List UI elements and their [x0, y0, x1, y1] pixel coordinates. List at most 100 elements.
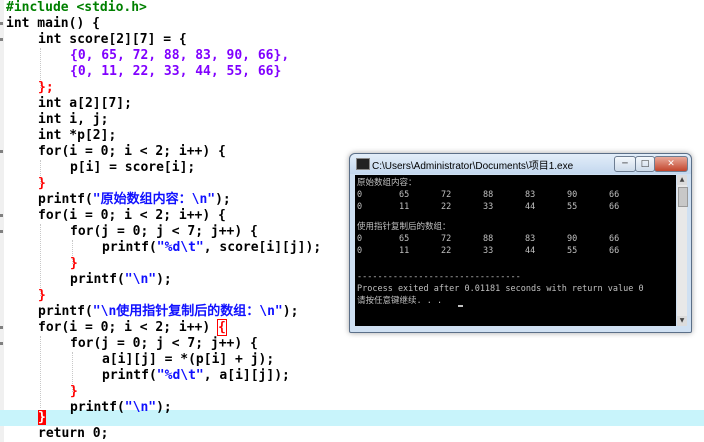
code-text: 0;	[84, 426, 109, 441]
code-text: printf(	[38, 304, 93, 319]
code-line-27[interactable]: }	[38, 410, 46, 426]
code-line-1[interactable]: #include <stdio.h>	[6, 0, 147, 16]
maximize-button[interactable]: □	[635, 156, 655, 172]
code-text: );	[156, 272, 172, 287]
console-cell: 66	[609, 202, 620, 212]
console-scrollbar[interactable]: ▲ ▼	[677, 175, 688, 326]
console-cell: 88	[483, 234, 494, 244]
console-row: 0 65 72 88 83 90 66	[357, 233, 673, 245]
console-cell: 90	[567, 190, 578, 200]
console-cell: 66	[609, 246, 620, 256]
keyword: int	[38, 112, 62, 127]
code-line-26[interactable]: printf("\n");	[70, 400, 172, 416]
console-cell: 11	[399, 202, 410, 212]
console-divider: --------------------------------	[357, 272, 521, 282]
code-line-8[interactable]: int i, j;	[38, 112, 108, 128]
fold-marker[interactable]	[0, 230, 3, 233]
code-line-19[interactable]: }	[38, 288, 46, 304]
code-line-28[interactable]: return 0;	[38, 426, 108, 442]
console-cell: 11	[399, 246, 410, 256]
code-text: (j = 0; j < 7; j++) {	[93, 224, 258, 239]
keyword: for	[70, 336, 94, 351]
editor-gutter	[0, 0, 4, 442]
code-line-2[interactable]: int main() {	[6, 16, 100, 32]
console-titlebar[interactable]: C:\Users\Administrator\Documents\项目1.exe…	[350, 154, 691, 174]
fold-marker[interactable]	[0, 150, 3, 153]
keyword: int	[6, 16, 30, 31]
matched-brace: }	[38, 410, 46, 425]
code-line-11[interactable]: p[i] = score[i];	[70, 160, 195, 176]
code-line-17[interactable]: }	[70, 256, 78, 272]
code-line-16[interactable]: printf("%d\t", score[i][j]);	[102, 240, 321, 256]
string-literal: "原始数组内容：\n"	[92, 192, 216, 207]
console-cell: 55	[567, 246, 578, 256]
close-button[interactable]: ✕	[654, 156, 688, 172]
console-heading-copied: 使用指针复制后的数组：	[357, 222, 451, 232]
keyword: int	[38, 96, 62, 111]
scroll-thumb[interactable]	[678, 187, 688, 207]
console-cell: 65	[399, 190, 410, 200]
code-text: score[2][7] = {	[61, 32, 187, 47]
string-literal: "\n使用指针复制后的数组：\n"	[92, 304, 283, 319]
console-cell: 22	[441, 202, 452, 212]
code-line-23[interactable]: a[i][j] = *(p[i] + j);	[102, 352, 274, 368]
code-line-5[interactable]: {0, 11, 22, 33, 44, 55, 66}	[70, 64, 281, 80]
console-window[interactable]: C:\Users\Administrator\Documents\项目1.exe…	[349, 153, 692, 333]
console-cell: 33	[483, 202, 494, 212]
code-line-14[interactable]: for(i = 0; i < 2; i++) {	[38, 208, 226, 224]
code-text: , a[i][j]);	[203, 368, 290, 383]
console-cell: 0	[357, 234, 363, 244]
code-text: i, j;	[61, 112, 109, 127]
console-exit-message: Process exited after 0.01181 seconds wit…	[357, 284, 644, 294]
console-heading-original: 原始数组内容：	[357, 178, 417, 188]
code-line-6[interactable]: };	[38, 80, 54, 96]
scroll-up-arrow-icon[interactable]: ▲	[677, 175, 687, 185]
code-line-12[interactable]: }	[38, 176, 46, 192]
code-text: main() {	[29, 16, 100, 31]
code-text: (i = 0; i < 2; i++)	[61, 320, 219, 335]
code-line-21[interactable]: for(i = 0; i < 2; i++) {	[38, 319, 227, 336]
code-line-18[interactable]: printf("\n");	[70, 272, 172, 288]
code-text: );	[282, 304, 299, 319]
console-cell: 66	[609, 190, 620, 200]
code-line-9[interactable]: int *p[2];	[38, 128, 116, 144]
code-line-25[interactable]: }	[70, 384, 78, 400]
string-literal: "\n"	[124, 272, 157, 287]
console-cursor	[458, 305, 463, 307]
fold-marker[interactable]	[0, 38, 3, 41]
code-line-13[interactable]: printf("原始数组内容：\n");	[38, 192, 231, 208]
code-line-15[interactable]: for(j = 0; j < 7; j++) {	[70, 224, 258, 240]
code-text: (j = 0; j < 7; j++) {	[93, 336, 258, 351]
code-line-4[interactable]: {0, 65, 72, 88, 83, 90, 66},	[70, 48, 289, 64]
code-line-3[interactable]: int score[2][7] = {	[38, 32, 187, 48]
minimize-button[interactable]: ─	[614, 156, 636, 172]
code-text: printf(	[102, 368, 157, 383]
code-line-22[interactable]: for(j = 0; j < 7; j++) {	[70, 336, 258, 352]
keyword: for	[38, 208, 62, 223]
console-app-icon	[356, 158, 370, 170]
fold-marker[interactable]	[0, 22, 3, 25]
code-line-7[interactable]: int a[2][7];	[38, 96, 132, 112]
console-row: 0 65 72 88 83 90 66	[357, 189, 673, 201]
scroll-down-arrow-icon[interactable]: ▼	[677, 316, 687, 326]
code-text: );	[215, 192, 231, 207]
console-row: 0 11 22 33 44 55 66	[357, 201, 673, 213]
string-literal: "%d\t"	[156, 240, 204, 255]
code-line-24[interactable]: printf("%d\t", a[i][j]);	[102, 368, 290, 384]
code-line-10[interactable]: for(i = 0; i < 2; i++) {	[38, 144, 226, 160]
code-text: );	[156, 400, 172, 415]
code-text: , score[i][j]);	[203, 240, 322, 255]
console-cell: 33	[483, 246, 494, 256]
keyword: return	[38, 426, 85, 441]
fold-marker[interactable]	[0, 342, 3, 345]
console-title: C:\Users\Administrator\Documents\项目1.exe	[372, 161, 574, 172]
fold-marker[interactable]	[0, 214, 3, 217]
console-cell: 55	[567, 202, 578, 212]
fold-marker[interactable]	[0, 326, 3, 329]
code-text: (i = 0; i < 2; i++) {	[61, 208, 226, 223]
keyword: int	[38, 128, 62, 143]
console-cell: 44	[525, 202, 536, 212]
console-cell: 44	[525, 246, 536, 256]
code-line-20[interactable]: printf("\n使用指针复制后的数组：\n");	[38, 304, 298, 320]
console-output[interactable]: 原始数组内容： 0 65 72 88 83 90 66 0 11 22 33 4…	[355, 175, 676, 326]
